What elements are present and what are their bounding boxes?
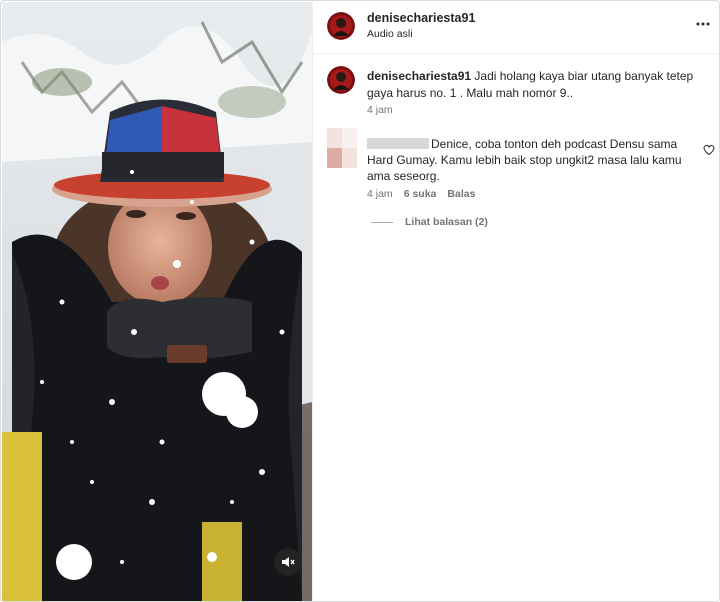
comment-meta: 4 jam 6 suka Balas (367, 188, 475, 200)
mute-button[interactable] (274, 548, 302, 576)
audio-label[interactable]: Audio asli (367, 28, 413, 40)
post-details-panel: denisechariesta91 Audio asli denisechari… (312, 2, 719, 601)
comment-like-button[interactable] (703, 143, 715, 156)
caption-author-avatar[interactable] (327, 66, 355, 94)
view-replies-button[interactable]: Lihat balasan (2) (371, 216, 488, 228)
comment-likes[interactable]: 6 suka (404, 188, 437, 200)
caption-avatar-image (327, 66, 355, 94)
comment-timestamp[interactable]: 4 jam (367, 188, 393, 200)
author-avatar[interactable] (327, 12, 355, 40)
more-horizontal-icon (696, 22, 710, 26)
comment-text: Denice, coba tonton deh podcast Densu sa… (367, 137, 682, 183)
caption-timestamp[interactable]: 4 jam (367, 104, 393, 116)
more-options-button[interactable] (695, 16, 711, 32)
speaker-muted-icon (282, 557, 295, 567)
heart-outline-icon (703, 144, 715, 156)
caption-text-block: denisechariesta91 Jadi holang kaya biar … (367, 68, 707, 102)
post-dialog: denisechariesta91 Audio asli denisechari… (0, 0, 720, 602)
replies-divider-line (371, 221, 393, 223)
caption-username[interactable]: denisechariesta91 (367, 69, 471, 83)
commenter-avatar-pixelated[interactable] (327, 128, 357, 168)
view-replies-label: Lihat balasan (2) (405, 216, 488, 228)
author-username[interactable]: denisechariesta91 (367, 11, 475, 25)
post-header: denisechariesta91 Audio asli (313, 2, 719, 54)
video-frame (2, 2, 312, 601)
reply-button[interactable]: Balas (447, 188, 475, 200)
author-avatar-image (327, 12, 355, 40)
post-video[interactable] (2, 2, 312, 601)
